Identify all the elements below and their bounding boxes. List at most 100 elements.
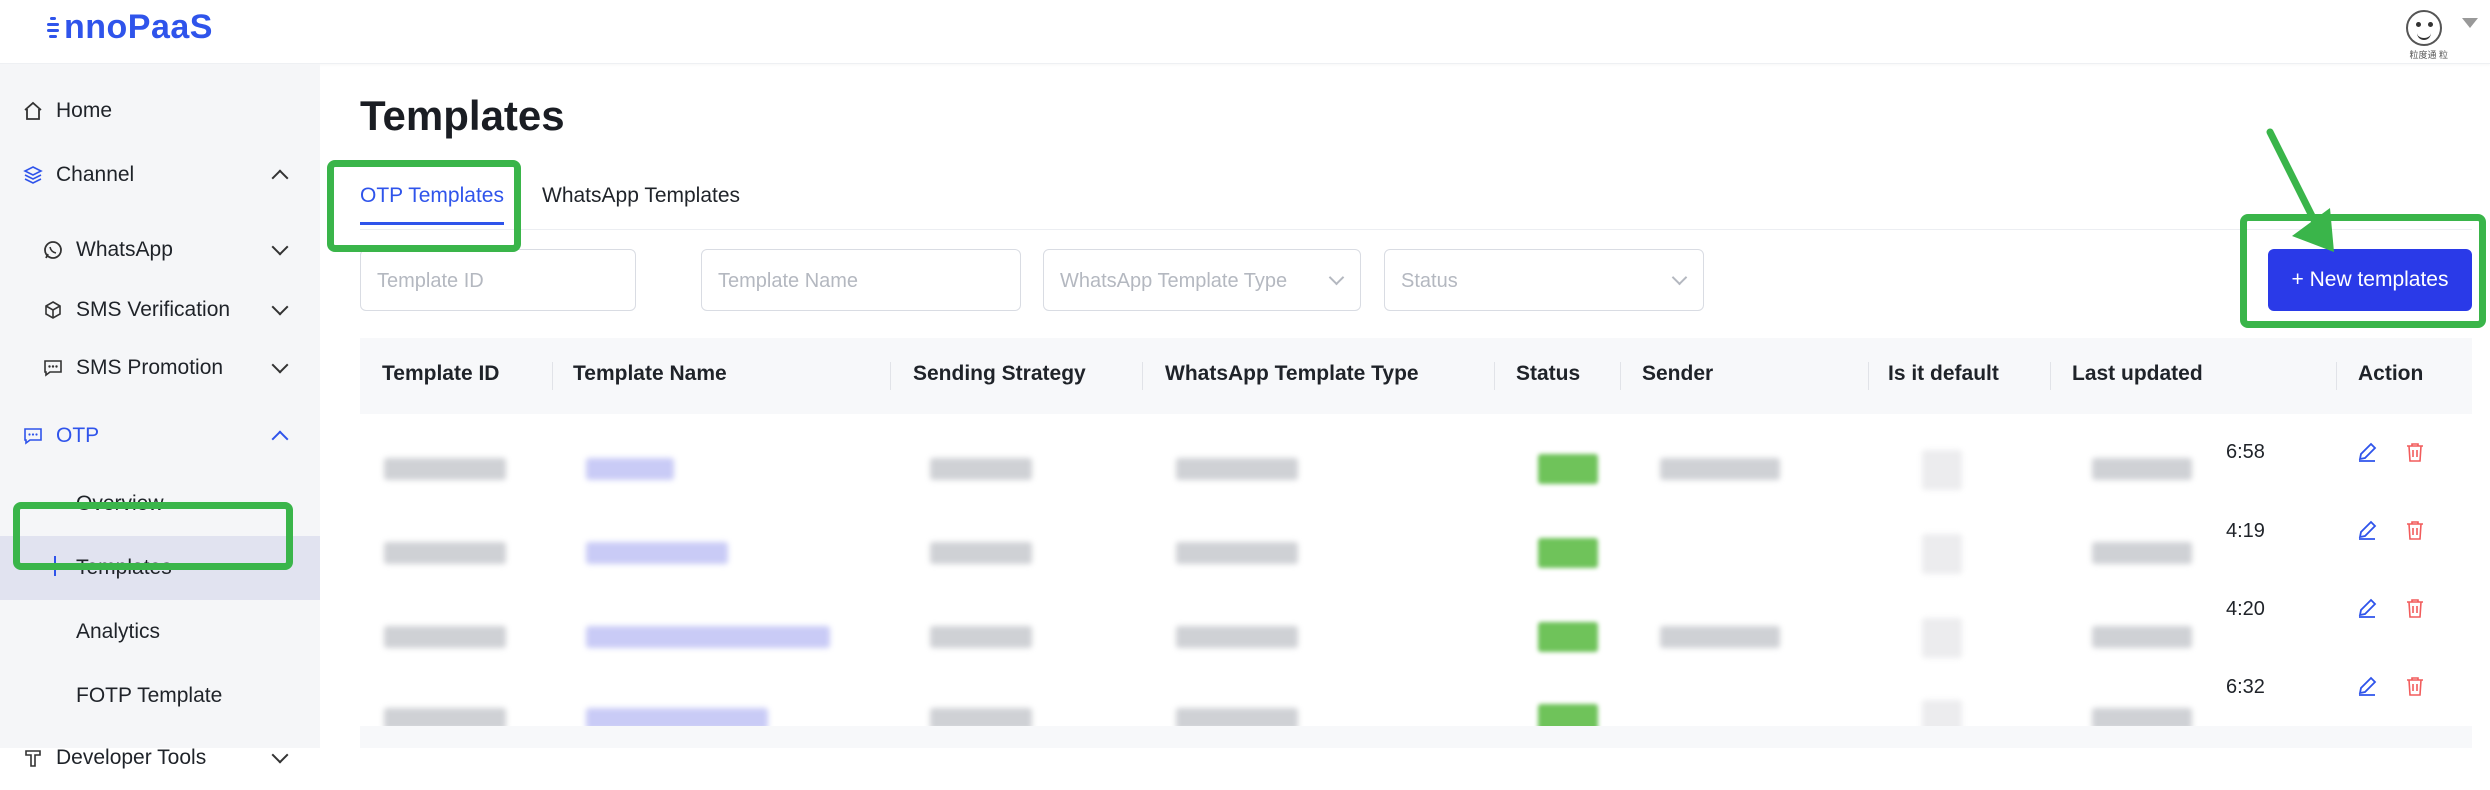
chevron-down-icon: [271, 298, 289, 316]
chevron-down-icon: [271, 238, 289, 256]
chevron-down-icon: [1328, 269, 1345, 286]
home-icon: [22, 100, 44, 122]
table-header: Template ID Template Name Sending Strate…: [360, 338, 2472, 414]
blurred-cell: [930, 458, 1032, 480]
sidebar-item-channel[interactable]: Channel: [0, 142, 320, 208]
blurred-cell: [1176, 458, 1298, 480]
logo-text: nnoPaaS: [64, 8, 213, 46]
sidebar-item-analytics[interactable]: Analytics: [0, 600, 320, 664]
sidebar-item-label: WhatsApp: [76, 238, 173, 261]
sidebar-item-home[interactable]: Home: [0, 78, 320, 144]
message-dots-icon: [42, 357, 64, 379]
blurred-cell: [384, 542, 506, 564]
status-badge: [1538, 622, 1598, 652]
blurred-cell: [384, 626, 506, 648]
blurred-cell: [586, 542, 728, 564]
table-row[interactable]: [360, 592, 2472, 676]
blurred-cell: [1660, 626, 1780, 648]
column-header: Sending Strategy: [913, 362, 1086, 385]
sidebar-item-label: Developer Tools: [56, 746, 207, 769]
blurred-cell: [1660, 458, 1780, 480]
column-divider: [552, 362, 553, 390]
sidebar-item-sms-promotion[interactable]: SMS Promotion: [0, 340, 320, 396]
column-header: Is it default: [1888, 362, 1999, 385]
edit-icon[interactable]: [2356, 519, 2378, 541]
blurred-cell: [586, 458, 674, 480]
column-header: Status: [1516, 362, 1581, 385]
default-toggle[interactable]: [1922, 618, 1962, 658]
chevron-down-icon: [1671, 269, 1688, 286]
column-divider: [1494, 362, 1495, 390]
column-divider: [890, 362, 891, 390]
column-divider: [1868, 362, 1869, 390]
whatsapp-icon: [42, 239, 64, 261]
edit-icon[interactable]: [2356, 675, 2378, 697]
app-logo[interactable]: nnoPaaS: [44, 8, 213, 47]
avatar-caption: 粒度通 粒: [2409, 50, 2448, 60]
column-header: Template ID: [382, 362, 500, 385]
sidebar-item-label: Templates: [76, 556, 172, 579]
sidebar-item-sms-verification[interactable]: SMS Verification: [0, 282, 320, 338]
edit-icon[interactable]: [2356, 441, 2378, 463]
chevron-down-icon: [271, 746, 289, 764]
delete-icon[interactable]: [2404, 441, 2426, 463]
layers-icon: [22, 164, 44, 186]
status-select[interactable]: Status: [1384, 249, 1704, 311]
annotation-arrow-icon: [2266, 128, 2334, 252]
sidebar-item-label: Overview: [76, 492, 164, 515]
blurred-cell: [586, 626, 830, 648]
blurred-cell: [1176, 542, 1298, 564]
status-placeholder: Status: [1401, 270, 1458, 292]
template-name-placeholder: Template Name: [718, 270, 859, 292]
default-toggle[interactable]: [1922, 450, 1962, 490]
selection-indicator: [54, 556, 56, 576]
sidebar-item-label: Analytics: [76, 620, 161, 643]
status-badge: [1538, 454, 1598, 484]
tool-icon: [22, 747, 44, 769]
user-avatar[interactable]: [2406, 10, 2442, 46]
last-updated-value: 4:20: [2226, 598, 2265, 620]
column-divider: [1142, 362, 1143, 390]
sidebar-item-overview[interactable]: Overview: [0, 472, 320, 536]
template-type-placeholder: WhatsApp Template Type: [1060, 270, 1288, 292]
chevron-down-icon[interactable]: [2462, 18, 2478, 28]
column-divider: [1620, 362, 1621, 390]
sidebar-item-fotp-template[interactable]: FOTP Template: [0, 664, 320, 728]
sidebar: Home Channel WhatsApp SMS Verification S…: [0, 64, 320, 769]
template-id-input[interactable]: Template ID: [360, 249, 636, 311]
sidebar-item-label: OTP: [56, 424, 100, 447]
blurred-cell: [930, 542, 1032, 564]
sidebar-item-templates[interactable]: Templates: [0, 536, 320, 600]
sidebar-item-developer-tools[interactable]: Developer Tools: [0, 726, 320, 790]
column-header: Action: [2358, 362, 2424, 385]
column-header: Template Name: [573, 362, 727, 385]
template-type-select[interactable]: WhatsApp Template Type: [1043, 249, 1361, 311]
tab-bar: OTP Templates WhatsApp Templates: [360, 170, 2472, 230]
sidebar-item-label: SMS Verification: [76, 298, 231, 321]
template-name-input[interactable]: Template Name: [701, 249, 1021, 311]
delete-icon[interactable]: [2404, 597, 2426, 619]
default-toggle[interactable]: [1922, 534, 1962, 574]
sidebar-item-label: FOTP Template: [76, 684, 223, 707]
tab-whatsapp-templates[interactable]: WhatsApp Templates: [542, 184, 740, 222]
cube-icon: [42, 299, 64, 321]
last-updated-value: 6:32: [2226, 676, 2265, 698]
chevron-down-icon: [271, 356, 289, 374]
delete-icon[interactable]: [2404, 519, 2426, 541]
tab-otp-templates[interactable]: OTP Templates: [360, 184, 504, 225]
status-badge: [1538, 538, 1598, 568]
edit-icon[interactable]: [2356, 597, 2378, 619]
table-row[interactable]: [360, 508, 2472, 592]
top-header: nnoPaaS 粒度通 粒: [0, 0, 2490, 64]
template-id-placeholder: Template ID: [377, 270, 484, 292]
delete-icon[interactable]: [2404, 675, 2426, 697]
column-divider: [2050, 362, 2051, 390]
logo-mark-icon: [44, 13, 62, 43]
chevron-up-icon: [271, 169, 289, 187]
sidebar-item-whatsapp[interactable]: WhatsApp: [0, 222, 320, 278]
sidebar-item-label: Home: [56, 99, 113, 122]
sidebar-item-otp[interactable]: OTP: [0, 404, 320, 468]
table-row[interactable]: [360, 424, 2472, 508]
table-footer: [360, 726, 2472, 748]
column-header: Sender: [1642, 362, 1714, 385]
